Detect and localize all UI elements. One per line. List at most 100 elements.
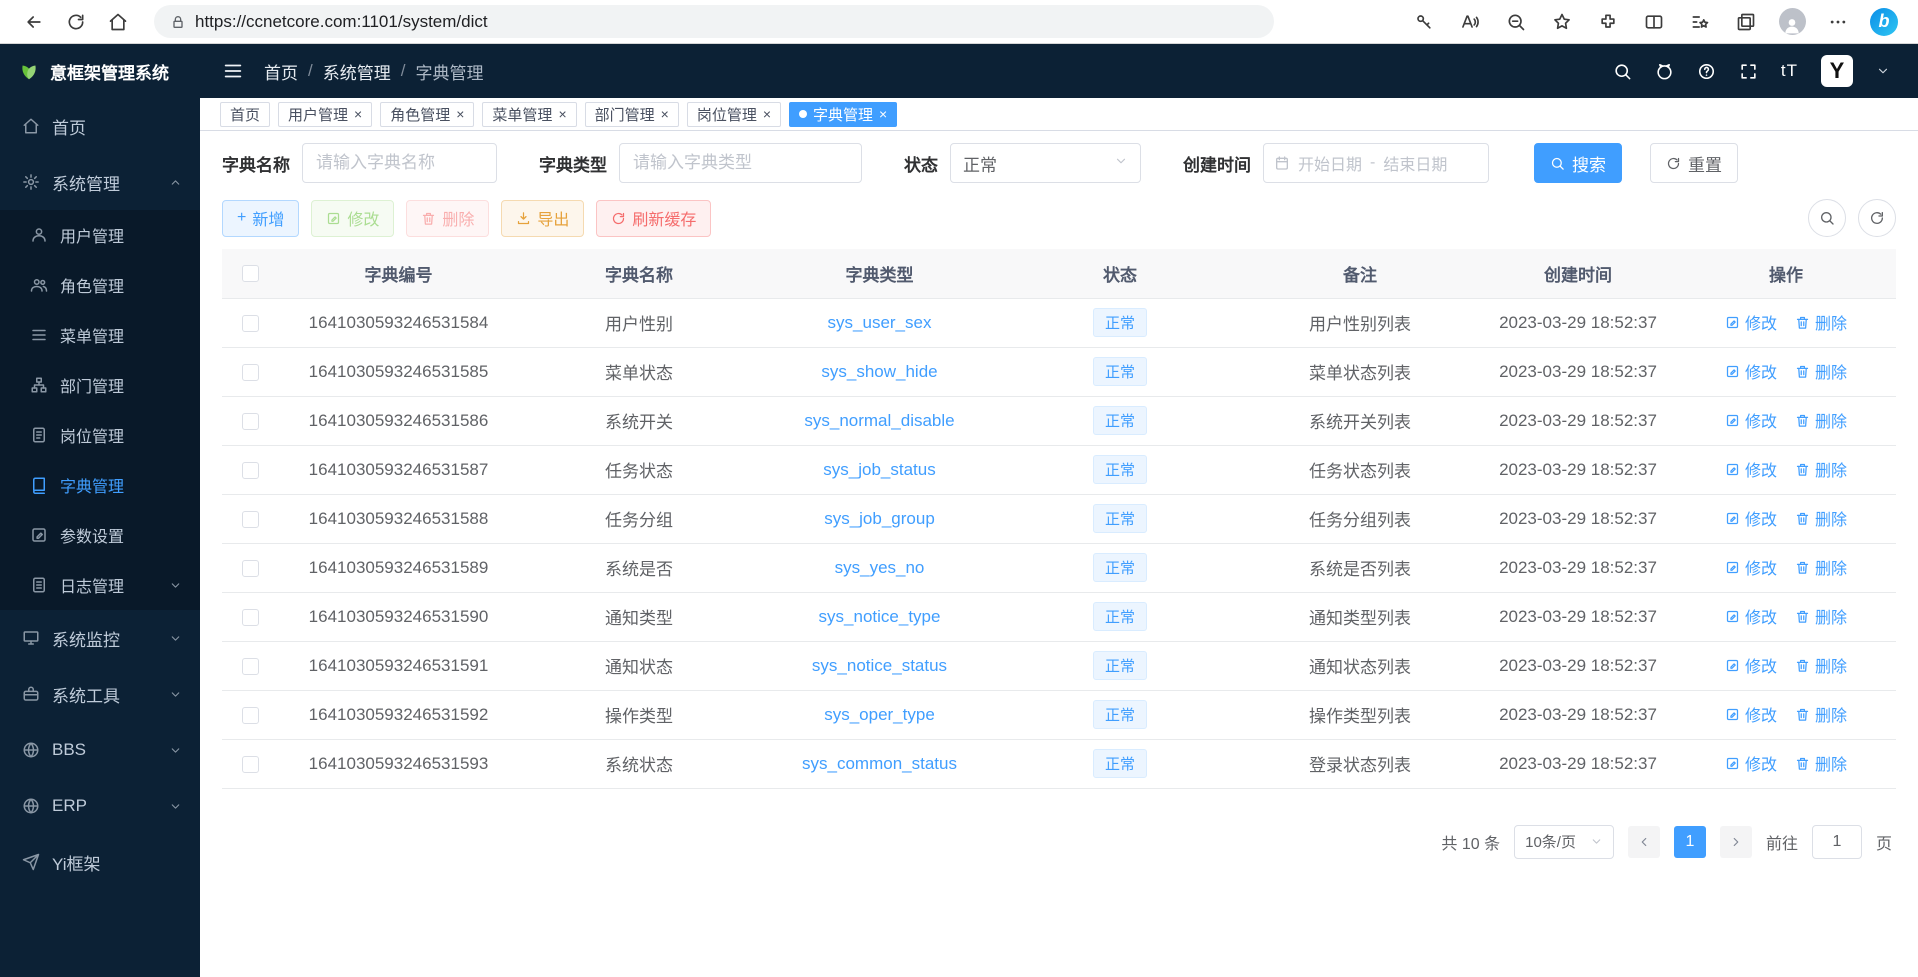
dict-type-input[interactable] — [619, 143, 862, 183]
row-checkbox[interactable] — [242, 707, 259, 724]
sidebar-item-parameters[interactable]: 参数设置 — [0, 510, 200, 560]
refresh-table-button[interactable] — [1858, 199, 1896, 237]
home-button[interactable] — [100, 4, 136, 40]
row-delete-button[interactable]: 删除 — [1795, 604, 1847, 628]
page-number-1[interactable]: 1 — [1674, 826, 1706, 858]
dict-type-link[interactable]: sys_common_status — [802, 754, 957, 773]
date-range-picker[interactable]: 开始日期 - 结束日期 — [1263, 143, 1489, 183]
row-delete-button[interactable]: 删除 — [1795, 408, 1847, 432]
fullscreen-button[interactable] — [1739, 62, 1758, 81]
profile-button[interactable] — [1774, 4, 1810, 40]
dict-type-link[interactable]: sys_notice_status — [812, 656, 947, 675]
extensions-button[interactable] — [1590, 4, 1626, 40]
status-select[interactable]: 正常 — [950, 143, 1141, 183]
tab-close-icon[interactable]: × — [456, 107, 464, 121]
tab-close-icon[interactable]: × — [354, 107, 362, 121]
tab-close-icon[interactable]: × — [661, 107, 669, 121]
sidebar-item-tools[interactable]: 系统工具 — [0, 666, 200, 722]
breadcrumb-system[interactable]: 系统管理 — [323, 59, 391, 84]
dict-type-link[interactable]: sys_notice_type — [819, 607, 941, 626]
next-page-button[interactable] — [1720, 826, 1752, 858]
bing-chat-button[interactable]: b — [1866, 4, 1902, 40]
sidebar-item-dictionary[interactable]: 字典管理 — [0, 460, 200, 510]
breadcrumb-home[interactable]: 首页 — [264, 59, 298, 84]
row-checkbox[interactable] — [242, 560, 259, 577]
edit-button[interactable]: 修改 — [311, 200, 394, 237]
dict-type-link[interactable]: sys_user_sex — [828, 313, 932, 332]
sidebar-item-erp[interactable]: ERP — [0, 778, 200, 834]
tab-close-icon[interactable]: × — [558, 107, 566, 121]
goto-page-input[interactable] — [1812, 825, 1862, 859]
row-checkbox[interactable] — [242, 462, 259, 479]
dict-type-link[interactable]: sys_oper_type — [824, 705, 935, 724]
row-edit-button[interactable]: 修改 — [1725, 457, 1777, 481]
add-button[interactable]: + 新增 — [222, 200, 299, 237]
row-edit-button[interactable]: 修改 — [1725, 359, 1777, 383]
font-size-button[interactable]: tT — [1781, 61, 1798, 81]
sidebar-item-home[interactable]: 首页 — [0, 98, 200, 154]
row-delete-button[interactable]: 删除 — [1795, 751, 1847, 775]
row-edit-button[interactable]: 修改 — [1725, 506, 1777, 530]
prev-page-button[interactable] — [1628, 826, 1660, 858]
url-bar[interactable]: https://ccnetcore.com:1101/system/dict — [154, 5, 1274, 38]
password-key-button[interactable] — [1406, 4, 1442, 40]
row-delete-button[interactable]: 删除 — [1795, 310, 1847, 334]
collections-button[interactable] — [1728, 4, 1764, 40]
row-checkbox[interactable] — [242, 609, 259, 626]
row-edit-button[interactable]: 修改 — [1725, 408, 1777, 432]
hamburger-icon[interactable] — [222, 60, 244, 82]
search-button[interactable]: 搜索 — [1534, 143, 1622, 183]
sidebar-item-users[interactable]: 用户管理 — [0, 210, 200, 260]
favorites-bar-button[interactable] — [1682, 4, 1718, 40]
row-checkbox[interactable] — [242, 511, 259, 528]
row-delete-button[interactable]: 删除 — [1795, 359, 1847, 383]
header-search-button[interactable] — [1613, 62, 1632, 81]
refresh-button[interactable] — [58, 4, 94, 40]
delete-button[interactable]: 删除 — [406, 200, 489, 237]
row-delete-button[interactable]: 删除 — [1795, 653, 1847, 677]
dict-type-link[interactable]: sys_show_hide — [821, 362, 937, 381]
tab-close-icon[interactable]: × — [879, 107, 887, 121]
tab-user-mgmt[interactable]: 用户管理× — [278, 102, 372, 127]
toggle-search-button[interactable] — [1808, 199, 1846, 237]
dict-type-link[interactable]: sys_normal_disable — [804, 411, 954, 430]
tab-role-mgmt[interactable]: 角色管理× — [380, 102, 474, 127]
dict-type-link[interactable]: sys_yes_no — [835, 558, 925, 577]
row-edit-button[interactable]: 修改 — [1725, 702, 1777, 726]
row-checkbox[interactable] — [242, 756, 259, 773]
browser-menu-button[interactable] — [1820, 4, 1856, 40]
refresh-cache-button[interactable]: 刷新缓存 — [596, 200, 711, 237]
row-edit-button[interactable]: 修改 — [1725, 310, 1777, 334]
export-button[interactable]: 导出 — [501, 200, 584, 237]
row-edit-button[interactable]: 修改 — [1725, 751, 1777, 775]
split-screen-button[interactable] — [1636, 4, 1672, 40]
sidebar-item-monitoring[interactable]: 系统监控 — [0, 610, 200, 666]
select-all-checkbox[interactable] — [242, 265, 259, 282]
back-button[interactable] — [16, 4, 52, 40]
sidebar-item-departments[interactable]: 部门管理 — [0, 360, 200, 410]
row-delete-button[interactable]: 删除 — [1795, 457, 1847, 481]
sidebar-item-roles[interactable]: 角色管理 — [0, 260, 200, 310]
dict-name-input[interactable] — [302, 143, 497, 183]
dict-type-link[interactable]: sys_job_group — [824, 509, 935, 528]
row-edit-button[interactable]: 修改 — [1725, 555, 1777, 579]
sidebar-item-logs[interactable]: 日志管理 — [0, 560, 200, 610]
row-delete-button[interactable]: 删除 — [1795, 702, 1847, 726]
favorites-add-button[interactable] — [1544, 4, 1580, 40]
tab-post-mgmt[interactable]: 岗位管理× — [687, 102, 781, 127]
user-menu-button[interactable] — [1876, 64, 1890, 78]
row-checkbox[interactable] — [242, 315, 259, 332]
tab-menu-mgmt[interactable]: 菜单管理× — [482, 102, 576, 127]
tab-dept-mgmt[interactable]: 部门管理× — [585, 102, 679, 127]
row-edit-button[interactable]: 修改 — [1725, 604, 1777, 628]
help-button[interactable] — [1697, 62, 1716, 81]
sidebar-item-yi-framework[interactable]: Yi框架 — [0, 834, 200, 890]
sidebar-item-menus[interactable]: 菜单管理 — [0, 310, 200, 360]
row-edit-button[interactable]: 修改 — [1725, 653, 1777, 677]
sidebar-item-bbs[interactable]: BBS — [0, 722, 200, 778]
row-delete-button[interactable]: 删除 — [1795, 506, 1847, 530]
tab-dict-mgmt[interactable]: 字典管理× — [789, 102, 897, 127]
tab-close-icon[interactable]: × — [763, 107, 771, 121]
sidebar-item-posts[interactable]: 岗位管理 — [0, 410, 200, 460]
page-size-select[interactable]: 10条/页 — [1514, 825, 1614, 859]
